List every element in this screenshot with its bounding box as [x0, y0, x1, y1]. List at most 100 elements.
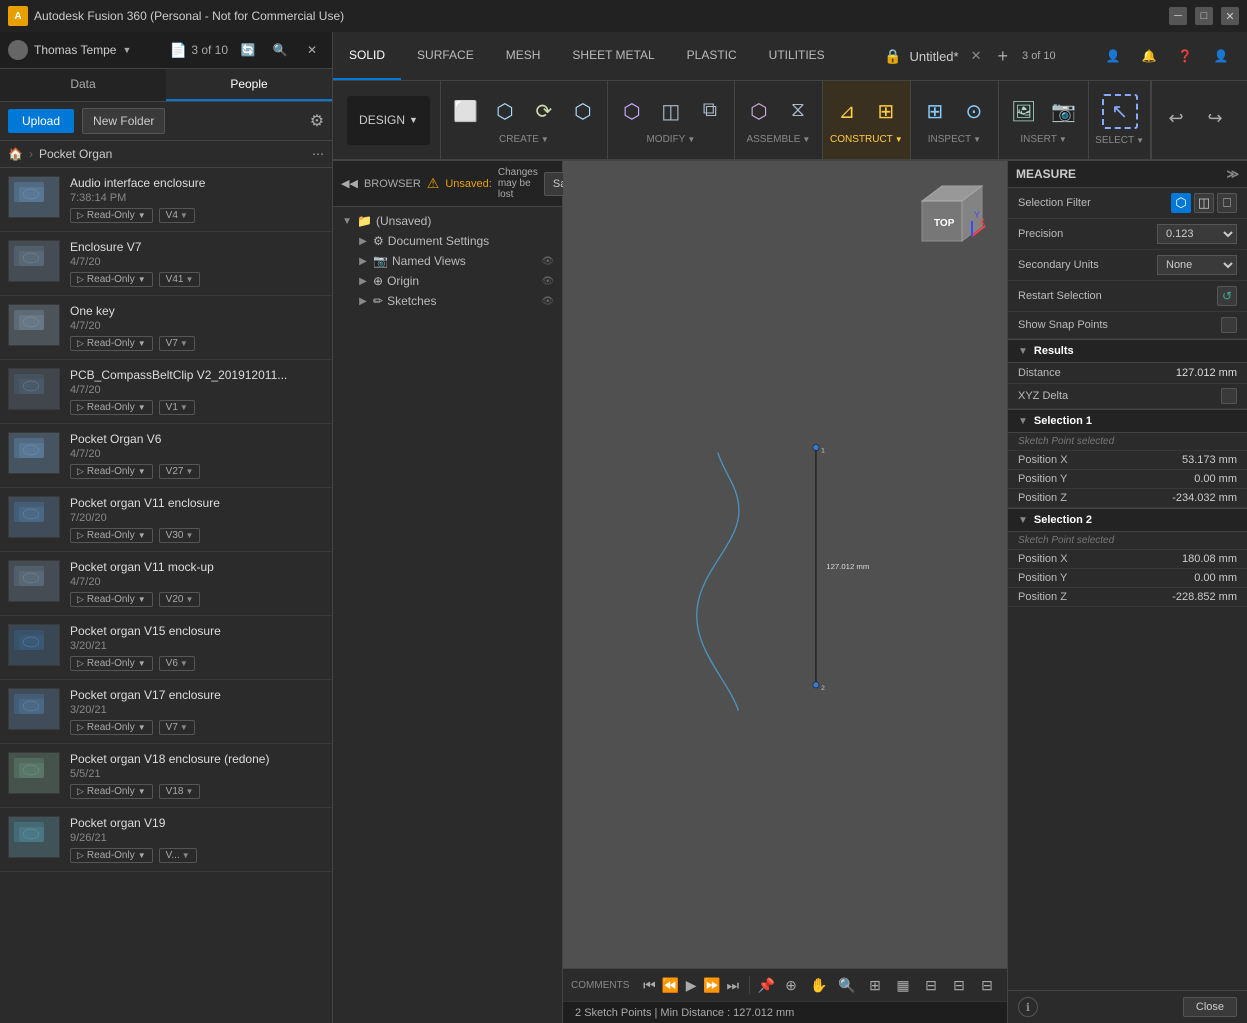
info-icon[interactable]: ℹ [1018, 997, 1038, 1017]
filter-surface-icon[interactable]: ◫ [1194, 193, 1214, 213]
close-button[interactable]: ✕ [1221, 7, 1239, 25]
readonly-dropdown-icon[interactable]: ▼ [138, 787, 146, 796]
insert-btn-1[interactable]: 🖼 [1005, 95, 1042, 128]
help-icon[interactable]: ❓ [1171, 42, 1199, 70]
toolbar-tab-sheet-metal[interactable]: SHEET METAL [556, 32, 670, 80]
tree-item-(unsaved)[interactable]: ▼📁(Unsaved) [333, 211, 562, 231]
version-dropdown-icon[interactable]: ▼ [180, 659, 188, 668]
playback-end-btn[interactable]: ⏭ [725, 973, 741, 997]
grid-icon-2[interactable]: ⊟ [947, 973, 971, 997]
tree-item-origin[interactable]: ▶⊕Origin👁 [333, 271, 562, 291]
select-btn-1[interactable]: ↖ [1102, 94, 1138, 129]
list-item[interactable]: One key4/7/20 ▷ Read-Only ▼ V7 ▼ [0, 296, 332, 360]
version-dropdown-icon[interactable]: ▼ [182, 851, 190, 860]
inspect-btn-2[interactable]: ⊙ [956, 95, 992, 128]
tree-item-named-views[interactable]: ▶📷Named Views👁 [333, 251, 562, 271]
zoom-icon[interactable]: 🔍 [835, 973, 859, 997]
version-dropdown-icon[interactable]: ▼ [180, 403, 188, 412]
version-badge[interactable]: V... ▼ [159, 848, 197, 863]
version-badge[interactable]: V7 ▼ [159, 336, 195, 351]
close-left-button[interactable]: ✕ [300, 38, 324, 62]
tree-item-arrow[interactable]: ▶ [357, 256, 369, 267]
tree-item-document-settings[interactable]: ▶⚙Document Settings [333, 231, 562, 251]
version-badge[interactable]: V27 ▼ [159, 464, 201, 479]
results-collapse-icon[interactable]: ▼ [1018, 346, 1028, 357]
home-icon[interactable]: 🏠 [8, 147, 23, 161]
create-btn-4[interactable]: ⬡ [565, 95, 601, 128]
add-tab-icon[interactable]: + [998, 46, 1009, 67]
select-label[interactable]: SELECT ▼ [1095, 135, 1144, 146]
version-dropdown-icon[interactable]: ▼ [185, 787, 193, 796]
toolbar-tab-surface[interactable]: SURFACE [401, 32, 490, 80]
list-item[interactable]: PCB_CompassBeltClip V2_201912011...4/7/2… [0, 360, 332, 424]
maximize-button[interactable]: □ [1195, 7, 1213, 25]
readonly-dropdown-icon[interactable]: ▼ [138, 467, 146, 476]
toolbar-tab-solid[interactable]: SOLID [333, 32, 401, 80]
list-item[interactable]: Pocket Organ V64/7/20 ▷ Read-Only ▼ V27 … [0, 424, 332, 488]
version-badge[interactable]: V7 ▼ [159, 720, 195, 735]
readonly-dropdown-icon[interactable]: ▼ [138, 723, 146, 732]
list-item[interactable]: Pocket organ V18 enclosure (redone)5/5/2… [0, 744, 332, 808]
eye-icon[interactable]: 👁 [541, 276, 554, 287]
new-folder-button[interactable]: New Folder [82, 108, 165, 134]
user-info[interactable]: Thomas Tempe ▼ [8, 40, 131, 60]
version-badge[interactable]: V30 ▼ [159, 528, 201, 543]
pin-icon[interactable]: 📌 [758, 973, 775, 997]
breadcrumb-folder[interactable]: Pocket Organ [39, 147, 112, 161]
toolbar-tab-utilities[interactable]: UTILITIES [753, 32, 841, 80]
tab-people[interactable]: People [166, 69, 332, 101]
notification-icon[interactable]: 🔔 [1135, 42, 1163, 70]
readonly-badge[interactable]: ▷ Read-Only ▼ [70, 848, 153, 863]
filter-edge-icon[interactable]: ⎕ [1217, 193, 1237, 213]
xyz-delta-toggle[interactable] [1221, 388, 1237, 404]
readonly-badge[interactable]: ▷ Read-Only ▼ [70, 336, 153, 351]
readonly-dropdown-icon[interactable]: ▼ [138, 339, 146, 348]
version-badge[interactable]: V41 ▼ [159, 272, 201, 287]
minimize-button[interactable]: ─ [1169, 7, 1187, 25]
modify-btn-2[interactable]: ◫ [653, 95, 689, 128]
playback-start-btn[interactable]: ⏮ [641, 973, 657, 997]
inspect-btn-1[interactable]: ⊞ [917, 95, 953, 128]
readonly-badge[interactable]: ▷ Read-Only ▼ [70, 464, 153, 479]
assemble-btn-2[interactable]: ⧖ [780, 95, 816, 128]
user-dropdown-icon[interactable]: ▼ [122, 45, 131, 55]
precision-select[interactable]: 0.1230.120.1 [1157, 224, 1237, 244]
version-dropdown-icon[interactable]: ▼ [185, 531, 193, 540]
readonly-dropdown-icon[interactable]: ▼ [138, 403, 146, 412]
grid-icon-1[interactable]: ⊟ [919, 973, 943, 997]
browser-back-icon[interactable]: ◀◀ [341, 177, 358, 190]
undo-button[interactable]: ↩ [1158, 104, 1194, 133]
assemble-label[interactable]: ASSEMBLE ▼ [746, 134, 810, 145]
create-btn-1[interactable]: ⬜ [447, 95, 484, 128]
version-badge[interactable]: V6 ▼ [159, 656, 195, 671]
list-item[interactable]: Audio interface enclosure7:38:14 PM ▷ Re… [0, 168, 332, 232]
construct-btn-2[interactable]: ⊞ [868, 95, 904, 128]
tree-item-arrow[interactable]: ▶ [357, 296, 369, 307]
view-cube[interactable]: TOP X Y [917, 181, 987, 251]
selection1-collapse-icon[interactable]: ▼ [1018, 416, 1028, 427]
toolbar-tab-plastic[interactable]: PLASTIC [671, 32, 753, 80]
account-icon[interactable]: 👤 [1099, 42, 1127, 70]
list-item[interactable]: Enclosure V74/7/20 ▷ Read-Only ▼ V41 ▼ [0, 232, 332, 296]
playback-play-btn[interactable]: ▶ [683, 973, 699, 997]
version-badge[interactable]: V18 ▼ [159, 784, 201, 799]
redo-button[interactable]: ↪ [1197, 104, 1233, 133]
display-icon[interactable]: ▦ [891, 973, 915, 997]
readonly-dropdown-icon[interactable]: ▼ [138, 275, 146, 284]
version-dropdown-icon[interactable]: ▼ [180, 723, 188, 732]
modify-btn-1[interactable]: ⬡ [614, 95, 650, 128]
tree-item-arrow[interactable]: ▶ [357, 236, 369, 247]
secondary-units-select[interactable]: Nonemmin [1157, 255, 1237, 275]
settings-icon[interactable]: ⚙ [310, 111, 324, 131]
version-dropdown-icon[interactable]: ▼ [185, 595, 193, 604]
readonly-dropdown-icon[interactable]: ▼ [138, 659, 146, 668]
zoom-fit-icon[interactable]: ⊞ [863, 973, 887, 997]
profile-icon[interactable]: 👤 [1207, 42, 1235, 70]
inspect-label[interactable]: INSPECT ▼ [928, 134, 981, 145]
readonly-badge[interactable]: ▷ Read-Only ▼ [70, 784, 153, 799]
list-item[interactable]: Pocket organ V11 enclosure7/20/20 ▷ Read… [0, 488, 332, 552]
breadcrumb-options-icon[interactable]: ⋯ [312, 147, 324, 161]
version-badge[interactable]: V20 ▼ [159, 592, 201, 607]
version-badge[interactable]: V4 ▼ [159, 208, 195, 223]
readonly-badge[interactable]: ▷ Read-Only ▼ [70, 272, 153, 287]
